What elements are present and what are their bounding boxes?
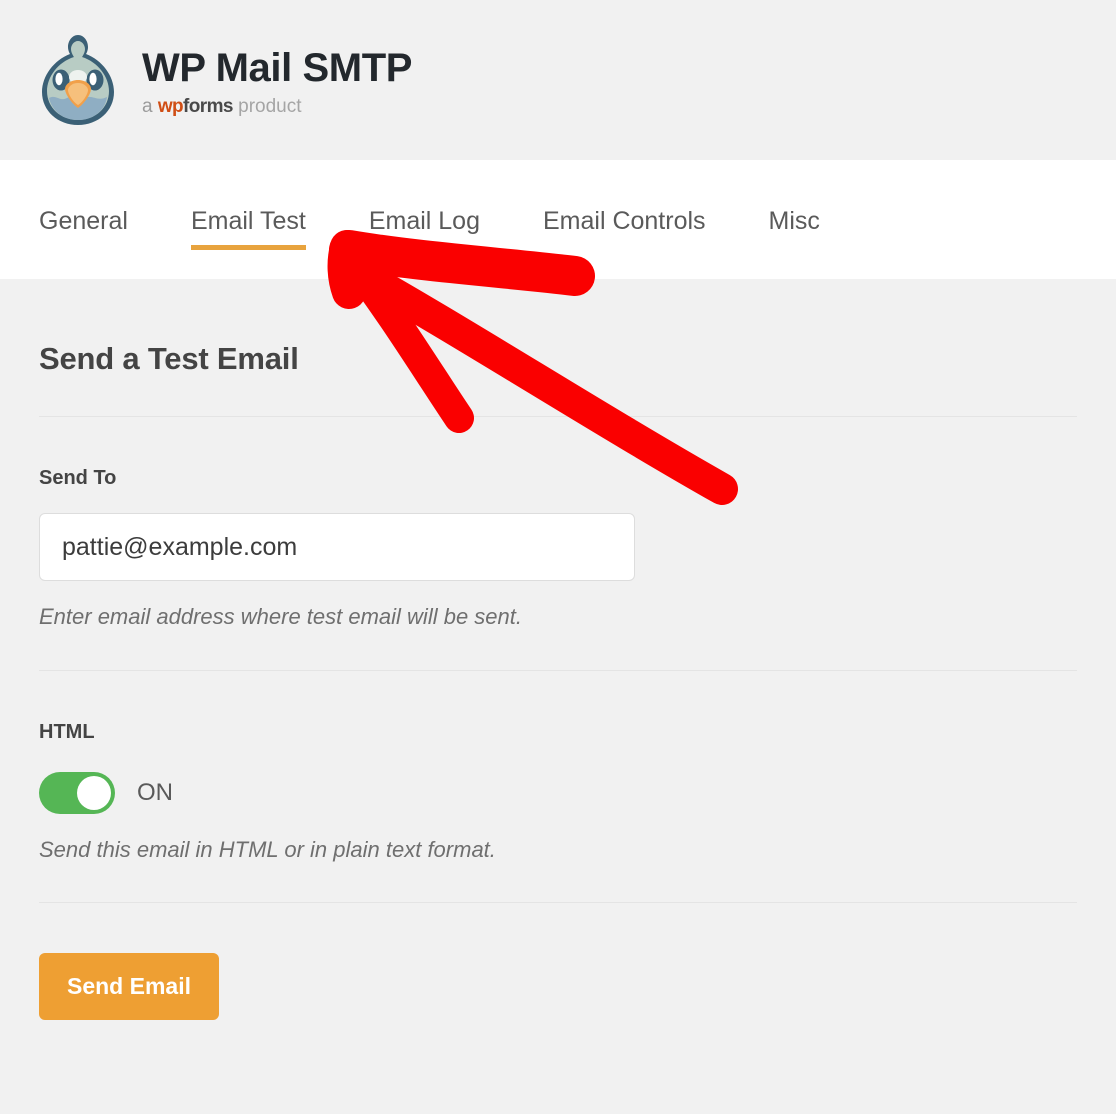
section-divider — [39, 669, 1077, 671]
app-header: WP Mail SMTP a wpforms product — [0, 0, 1116, 160]
send-to-label: Send To — [39, 467, 117, 489]
brand-tagline: a wpforms product — [142, 97, 412, 116]
email-test-panel: Send a Test Email Send To Enter email ad… — [0, 279, 1116, 1020]
tab-general[interactable]: General — [39, 160, 128, 234]
section-divider — [39, 416, 1077, 417]
tab-misc[interactable]: Misc — [769, 160, 820, 234]
html-toggle-switch[interactable] — [39, 771, 115, 814]
tab-general-label: General — [39, 207, 128, 235]
html-label: HTML — [39, 720, 95, 743]
section-divider — [39, 902, 1077, 903]
tab-email-controls-label: Email Controls — [542, 207, 706, 235]
send-to-field-group: Send To Enter email address where test e… — [39, 467, 1077, 631]
tab-email-log-label: Email Log — [368, 207, 480, 235]
app-title: WP Mail SMTP — [142, 45, 413, 90]
page-title: Send a Test Email — [39, 341, 299, 376]
tab-email-controls[interactable]: Email Controls — [543, 160, 706, 234]
tab-email-test[interactable]: Email Test — [190, 160, 306, 250]
tab-email-test-label: Email Test — [190, 207, 306, 235]
send-email-button[interactable]: Send Email — [39, 953, 219, 1020]
wpforms-wp: wp — [157, 95, 184, 117]
html-field-group: HTML ON Send this email in HTML or in pl… — [39, 721, 1077, 864]
tagline-suffix: product — [238, 95, 302, 117]
html-toggle-row: ON — [39, 771, 1077, 814]
tagline-prefix: a — [142, 95, 153, 117]
tab-active-underline — [190, 245, 306, 250]
wpforms-forms: forms — [183, 95, 233, 117]
html-description: Send this email in HTML or in plain text… — [39, 836, 496, 862]
wp-mail-smtp-bird-logo-icon — [36, 32, 120, 128]
toggle-knob — [77, 775, 111, 810]
tab-misc-label: Misc — [768, 207, 820, 235]
html-toggle-state: ON — [137, 778, 173, 806]
tab-email-log[interactable]: Email Log — [369, 160, 480, 234]
send-to-description: Enter email address where test email wil… — [39, 604, 522, 629]
brand-text: WP Mail SMTP a wpforms product — [142, 47, 412, 116]
settings-tab-bar: General Email Test Email Log Email Contr… — [0, 160, 1116, 279]
send-to-input[interactable] — [39, 513, 635, 581]
